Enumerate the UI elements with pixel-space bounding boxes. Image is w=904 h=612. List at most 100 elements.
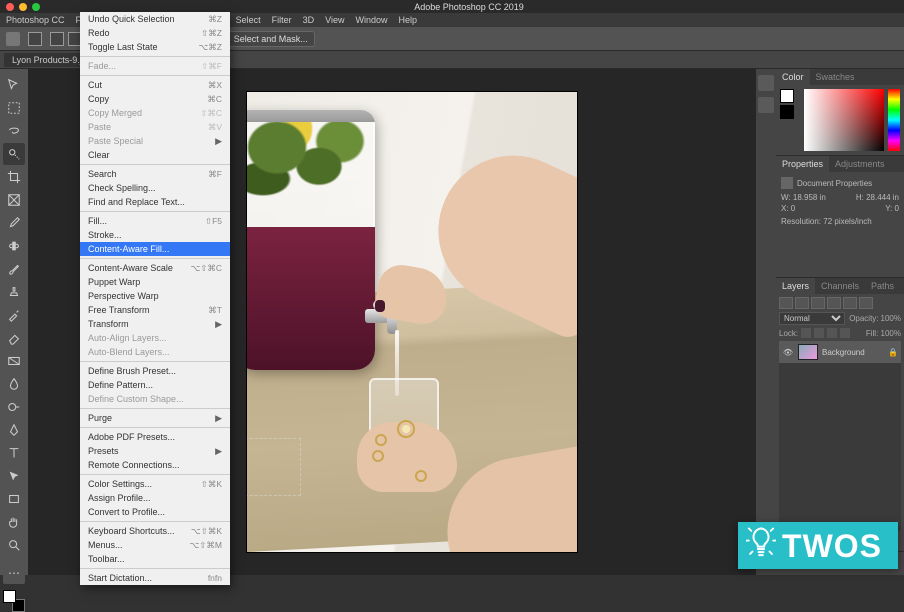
foreground-color-swatch[interactable]	[3, 590, 16, 603]
menu-item-content-aware-fill[interactable]: Content-Aware Fill...	[80, 242, 230, 256]
tab-swatches[interactable]: Swatches	[810, 69, 861, 85]
menu-item-free-transform[interactable]: Free Transform⌘T	[80, 303, 230, 317]
lock-pixels-icon[interactable]	[814, 328, 824, 338]
visibility-toggle-icon[interactable]: 👁	[782, 348, 794, 357]
menu-window[interactable]: Window	[356, 15, 388, 25]
prop-height[interactable]: 28.444 in	[866, 193, 899, 202]
layer-filter-shape-icon[interactable]	[843, 297, 857, 309]
menu-item-cut[interactable]: Cut⌘X	[80, 78, 230, 92]
menu-item-undo-quick-selection[interactable]: Undo Quick Selection⌘Z	[80, 12, 230, 26]
lock-position-icon[interactable]	[827, 328, 837, 338]
lock-all-icon[interactable]	[840, 328, 850, 338]
prop-x[interactable]: 0	[791, 204, 795, 213]
color-field[interactable]	[804, 89, 884, 151]
quick-selection-tool-icon[interactable]	[3, 143, 25, 165]
foreground-background-swatches[interactable]	[3, 590, 25, 612]
menu-item-fill[interactable]: Fill...⇧F5	[80, 214, 230, 228]
hand-tool-icon[interactable]	[3, 511, 25, 533]
path-selection-tool-icon[interactable]	[3, 465, 25, 487]
menu-item-puppet-warp[interactable]: Puppet Warp	[80, 275, 230, 289]
layer-filter-smart-icon[interactable]	[859, 297, 873, 309]
menu-item-toggle-last-state[interactable]: Toggle Last State⌥⌘Z	[80, 40, 230, 54]
menu-item-presets[interactable]: Presets▶	[80, 444, 230, 458]
menu-item-color-settings[interactable]: Color Settings...⇧⌘K	[80, 477, 230, 491]
menu-item-clear[interactable]: Clear	[80, 148, 230, 162]
menu-item-adobe-pdf-presets[interactable]: Adobe PDF Presets...	[80, 430, 230, 444]
menu-item-remote-connections[interactable]: Remote Connections...	[80, 458, 230, 472]
document-canvas[interactable]	[247, 92, 577, 552]
menu-item-redo[interactable]: Redo⇧⌘Z	[80, 26, 230, 40]
tab-adjustments[interactable]: Adjustments	[829, 156, 891, 172]
gradient-tool-icon[interactable]	[3, 350, 25, 372]
frame-tool-icon[interactable]	[3, 189, 25, 211]
eraser-tool-icon[interactable]	[3, 327, 25, 349]
menu-item-search[interactable]: Search⌘F	[80, 167, 230, 181]
collapsed-panel-icon[interactable]	[758, 75, 774, 91]
menu-item-check-spelling[interactable]: Check Spelling...	[80, 181, 230, 195]
clone-stamp-tool-icon[interactable]	[3, 281, 25, 303]
quick-select-preset-icon[interactable]	[28, 32, 42, 46]
menu-item-find-and-replace-text[interactable]: Find and Replace Text...	[80, 195, 230, 209]
menu-item-menus[interactable]: Menus...⌥⇧⌘M	[80, 538, 230, 552]
history-brush-tool-icon[interactable]	[3, 304, 25, 326]
move-tool-icon[interactable]	[3, 74, 25, 96]
tab-color[interactable]: Color	[776, 69, 810, 85]
brush-tool-icon[interactable]	[3, 258, 25, 280]
menu-item-toolbar[interactable]: Toolbar...	[80, 552, 230, 566]
eyedropper-tool-icon[interactable]	[3, 212, 25, 234]
hue-slider[interactable]	[888, 89, 900, 151]
menu-item-convert-to-profile[interactable]: Convert to Profile...	[80, 505, 230, 519]
layer-filter-type-icon[interactable]	[827, 297, 841, 309]
menu-item-transform[interactable]: Transform▶	[80, 317, 230, 331]
prop-width[interactable]: 18.958 in	[793, 193, 826, 202]
menu-3d[interactable]: 3D	[303, 15, 315, 25]
menu-item-keyboard-shortcuts[interactable]: Keyboard Shortcuts...⌥⇧⌘K	[80, 524, 230, 538]
tab-layers[interactable]: Layers	[776, 278, 815, 294]
marquee-selection[interactable]	[247, 438, 301, 496]
selection-mode-new-icon[interactable]	[50, 32, 64, 46]
blend-mode-select[interactable]: Normal	[779, 312, 845, 325]
home-icon[interactable]	[6, 32, 20, 46]
color-panel-swatches[interactable]	[780, 89, 800, 151]
menu-item-perspective-warp[interactable]: Perspective Warp	[80, 289, 230, 303]
minimize-window-icon[interactable]	[19, 3, 27, 11]
tab-paths[interactable]: Paths	[865, 278, 900, 294]
layer-filter-pixel-icon[interactable]	[795, 297, 809, 309]
layer-filter-kind-icon[interactable]	[779, 297, 793, 309]
zoom-window-icon[interactable]	[32, 3, 40, 11]
type-tool-icon[interactable]	[3, 442, 25, 464]
lock-transparency-icon[interactable]	[801, 328, 811, 338]
spot-healing-tool-icon[interactable]	[3, 235, 25, 257]
lasso-tool-icon[interactable]	[3, 120, 25, 142]
menu-item-copy[interactable]: Copy⌘C	[80, 92, 230, 106]
menu-view[interactable]: View	[325, 15, 344, 25]
menu-help[interactable]: Help	[399, 15, 418, 25]
menu-photoshop-cc[interactable]: Photoshop CC	[6, 15, 65, 25]
fill-value[interactable]: 100%	[881, 329, 901, 338]
menu-filter[interactable]: Filter	[272, 15, 292, 25]
dodge-tool-icon[interactable]	[3, 396, 25, 418]
marquee-tool-icon[interactable]	[3, 97, 25, 119]
layer-thumbnail[interactable]	[798, 344, 818, 360]
menu-item-content-aware-scale[interactable]: Content-Aware Scale⌥⇧⌘C	[80, 261, 230, 275]
menu-item-purge[interactable]: Purge▶	[80, 411, 230, 425]
rectangle-tool-icon[interactable]	[3, 488, 25, 510]
menu-item-define-brush-preset[interactable]: Define Brush Preset...	[80, 364, 230, 378]
layer-row[interactable]: 👁 Background 🔒	[779, 341, 901, 363]
blur-tool-icon[interactable]	[3, 373, 25, 395]
menu-item-define-pattern[interactable]: Define Pattern...	[80, 378, 230, 392]
pen-tool-icon[interactable]	[3, 419, 25, 441]
tab-channels[interactable]: Channels	[815, 278, 865, 294]
edit-toolbar-icon[interactable]: ⋯	[3, 562, 25, 584]
menu-item-start-dictation[interactable]: Start Dictation...fnfn	[80, 571, 230, 585]
menu-select[interactable]: Select	[236, 15, 261, 25]
opacity-value[interactable]: 100%	[881, 314, 901, 323]
collapsed-panel-icon[interactable]	[758, 97, 774, 113]
layer-filter-adjust-icon[interactable]	[811, 297, 825, 309]
prop-y[interactable]: 0	[895, 204, 899, 213]
tab-properties[interactable]: Properties	[776, 156, 829, 172]
menu-item-stroke[interactable]: Stroke...	[80, 228, 230, 242]
menu-item-assign-profile[interactable]: Assign Profile...	[80, 491, 230, 505]
crop-tool-icon[interactable]	[3, 166, 25, 188]
zoom-tool-icon[interactable]	[3, 534, 25, 556]
